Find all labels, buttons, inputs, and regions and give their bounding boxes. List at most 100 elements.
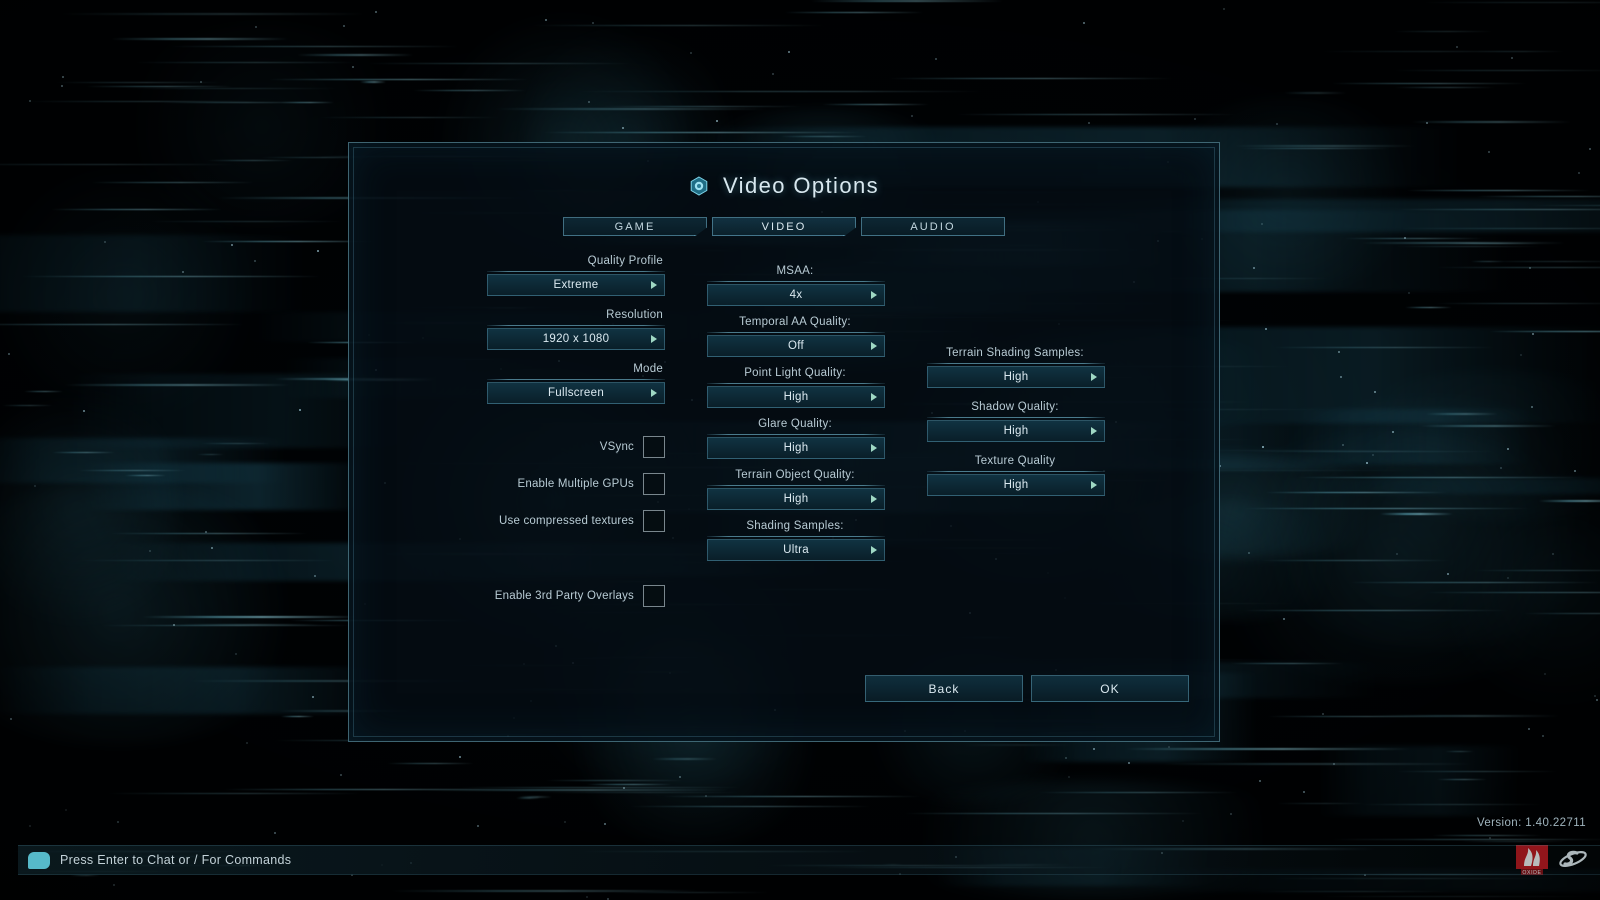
chevron-right-icon[interactable] [1091,481,1097,489]
back-button[interactable]: Back [865,675,1023,702]
chat-hint-text: Press Enter to Chat or / For Commands [60,853,292,867]
tab-video[interactable]: VIDEO [712,217,856,236]
dropdown-value: High [1003,371,1029,383]
setting-msaa: MSAA: 4x [707,261,885,306]
setting-label: Terrain Object Quality: [735,469,855,481]
dropdown-resolution[interactable]: 1920 x 1080 [487,328,665,350]
setting-label: Shading Samples: [746,520,844,532]
dropdown-quality-profile[interactable]: Extreme [487,274,665,296]
chevron-right-icon[interactable] [871,393,877,401]
setting-separator [487,325,665,326]
chevron-right-icon[interactable] [871,342,877,350]
setting-label: Texture Quality [974,455,1056,467]
chevron-right-icon[interactable] [651,281,657,289]
checkbox-row-enable-3rd-party-overlays[interactable]: Enable 3rd Party Overlays [487,584,665,608]
dropdown-value: 1920 x 1080 [542,333,610,345]
setting-texture-quality: Texture Quality High [927,451,1105,496]
setting-quality-profile: Quality Profile Extreme [487,251,665,296]
dropdown-mode[interactable]: Fullscreen [487,382,665,404]
chevron-right-icon[interactable] [651,389,657,397]
settings-column-middle: MSAA: 4x Temporal AA Quality: Off Point Ligh… [707,261,885,567]
setting-glare-quality: Glare Quality: High [707,414,885,459]
tab-bar: GAME VIDEO AUDIO [349,217,1219,236]
ok-button[interactable]: OK [1031,675,1189,702]
dropdown-texture-quality[interactable]: High [927,474,1105,496]
dropdown-msaa[interactable]: 4x [707,284,885,306]
chat-bar[interactable]: Press Enter to Chat or / For Commands [18,845,1600,875]
setting-temporal-aa-quality: Temporal AA Quality: Off [707,312,885,357]
checkbox-enable-multiple-gpus[interactable] [643,473,665,495]
setting-label: Point Light Quality: [744,367,846,379]
setting-label: Shadow Quality: [971,401,1059,413]
checkbox-label: VSync [599,441,634,453]
dropdown-value: Off [787,340,805,352]
dropdown-temporal-aa-quality[interactable]: Off [707,335,885,357]
version-label: Version: 1.40.22711 [1476,817,1586,829]
chevron-right-icon[interactable] [871,291,877,299]
setting-separator [707,434,885,435]
setting-separator [927,471,1105,472]
chevron-right-icon[interactable] [871,546,877,554]
chevron-right-icon[interactable] [871,444,877,452]
chevron-right-icon[interactable] [1091,373,1097,381]
dropdown-value: High [783,442,809,454]
dropdown-shading-samples[interactable]: Ultra [707,539,885,561]
button-label: OK [1100,681,1120,696]
dialog-title-row: Video Options [349,173,1219,199]
setting-label: MSAA: [776,265,814,277]
setting-separator [707,383,885,384]
dropdown-value: Ultra [783,544,809,556]
setting-label: Temporal AA Quality: [739,316,851,328]
setting-label: Glare Quality: [758,418,832,430]
hex-orb-icon [690,176,708,196]
tab-audio[interactable]: AUDIO [861,217,1005,236]
checkbox-enable-3rd-party-overlays[interactable] [643,585,665,607]
page-title: Video Options [722,173,879,198]
setting-mode: Mode Fullscreen [487,359,665,404]
setting-separator [927,417,1105,418]
checkbox-row-vsync[interactable]: VSync [487,435,665,459]
setting-label: Resolution [606,309,663,321]
setting-label: Terrain Shading Samples: [946,347,1084,359]
tab-label: VIDEO [761,220,807,233]
chevron-right-icon[interactable] [651,335,657,343]
setting-resolution: Resolution 1920 x 1080 [487,305,665,350]
setting-point-light-quality: Point Light Quality: High [707,363,885,408]
video-options-dialog: Video Options GAME VIDEO AUDIO Quality Pro… [348,142,1220,742]
setting-terrain-object-quality: Terrain Object Quality: High [707,465,885,510]
chevron-right-icon[interactable] [1091,427,1097,435]
setting-separator [487,379,665,380]
checkbox-vsync[interactable] [643,436,665,458]
dropdown-value: High [1003,479,1029,491]
setting-separator [707,536,885,537]
setting-separator [707,281,885,282]
checkbox-label: Use compressed textures [499,515,634,527]
dropdown-value: High [1003,425,1029,437]
chevron-right-icon[interactable] [871,495,877,503]
tab-game[interactable]: GAME [563,217,707,236]
setting-separator [707,332,885,333]
setting-separator [927,363,1105,364]
dropdown-value: High [783,493,809,505]
button-label: Back [928,681,960,696]
checkbox-row-enable-multiple-gpus[interactable]: Enable Multiple GPUs [487,472,665,496]
setting-label: Mode [633,363,663,375]
checkbox-label: Enable Multiple GPUs [517,478,634,490]
dropdown-value: High [783,391,809,403]
dropdown-value: Fullscreen [547,387,605,399]
setting-shading-samples: Shading Samples: Ultra [707,516,885,561]
chat-bubble-icon [28,851,50,869]
setting-separator [707,485,885,486]
dropdown-terrain-object-quality[interactable]: High [707,488,885,510]
setting-shadow-quality: Shadow Quality: High [927,397,1105,442]
dialog-actions: Back OK [865,675,1189,702]
dropdown-terrain-shading-samples[interactable]: High [927,366,1105,388]
dropdown-glare-quality[interactable]: High [707,437,885,459]
checkbox-row-use-compressed-textures[interactable]: Use compressed textures [487,509,665,533]
tab-label: AUDIO [910,220,956,233]
dropdown-point-light-quality[interactable]: High [707,386,885,408]
settings-column-left: Quality Profile Extreme Resolution 1920 x 1… [487,251,665,608]
dropdown-shadow-quality[interactable]: High [927,420,1105,442]
checkbox-use-compressed-textures[interactable] [643,510,665,532]
